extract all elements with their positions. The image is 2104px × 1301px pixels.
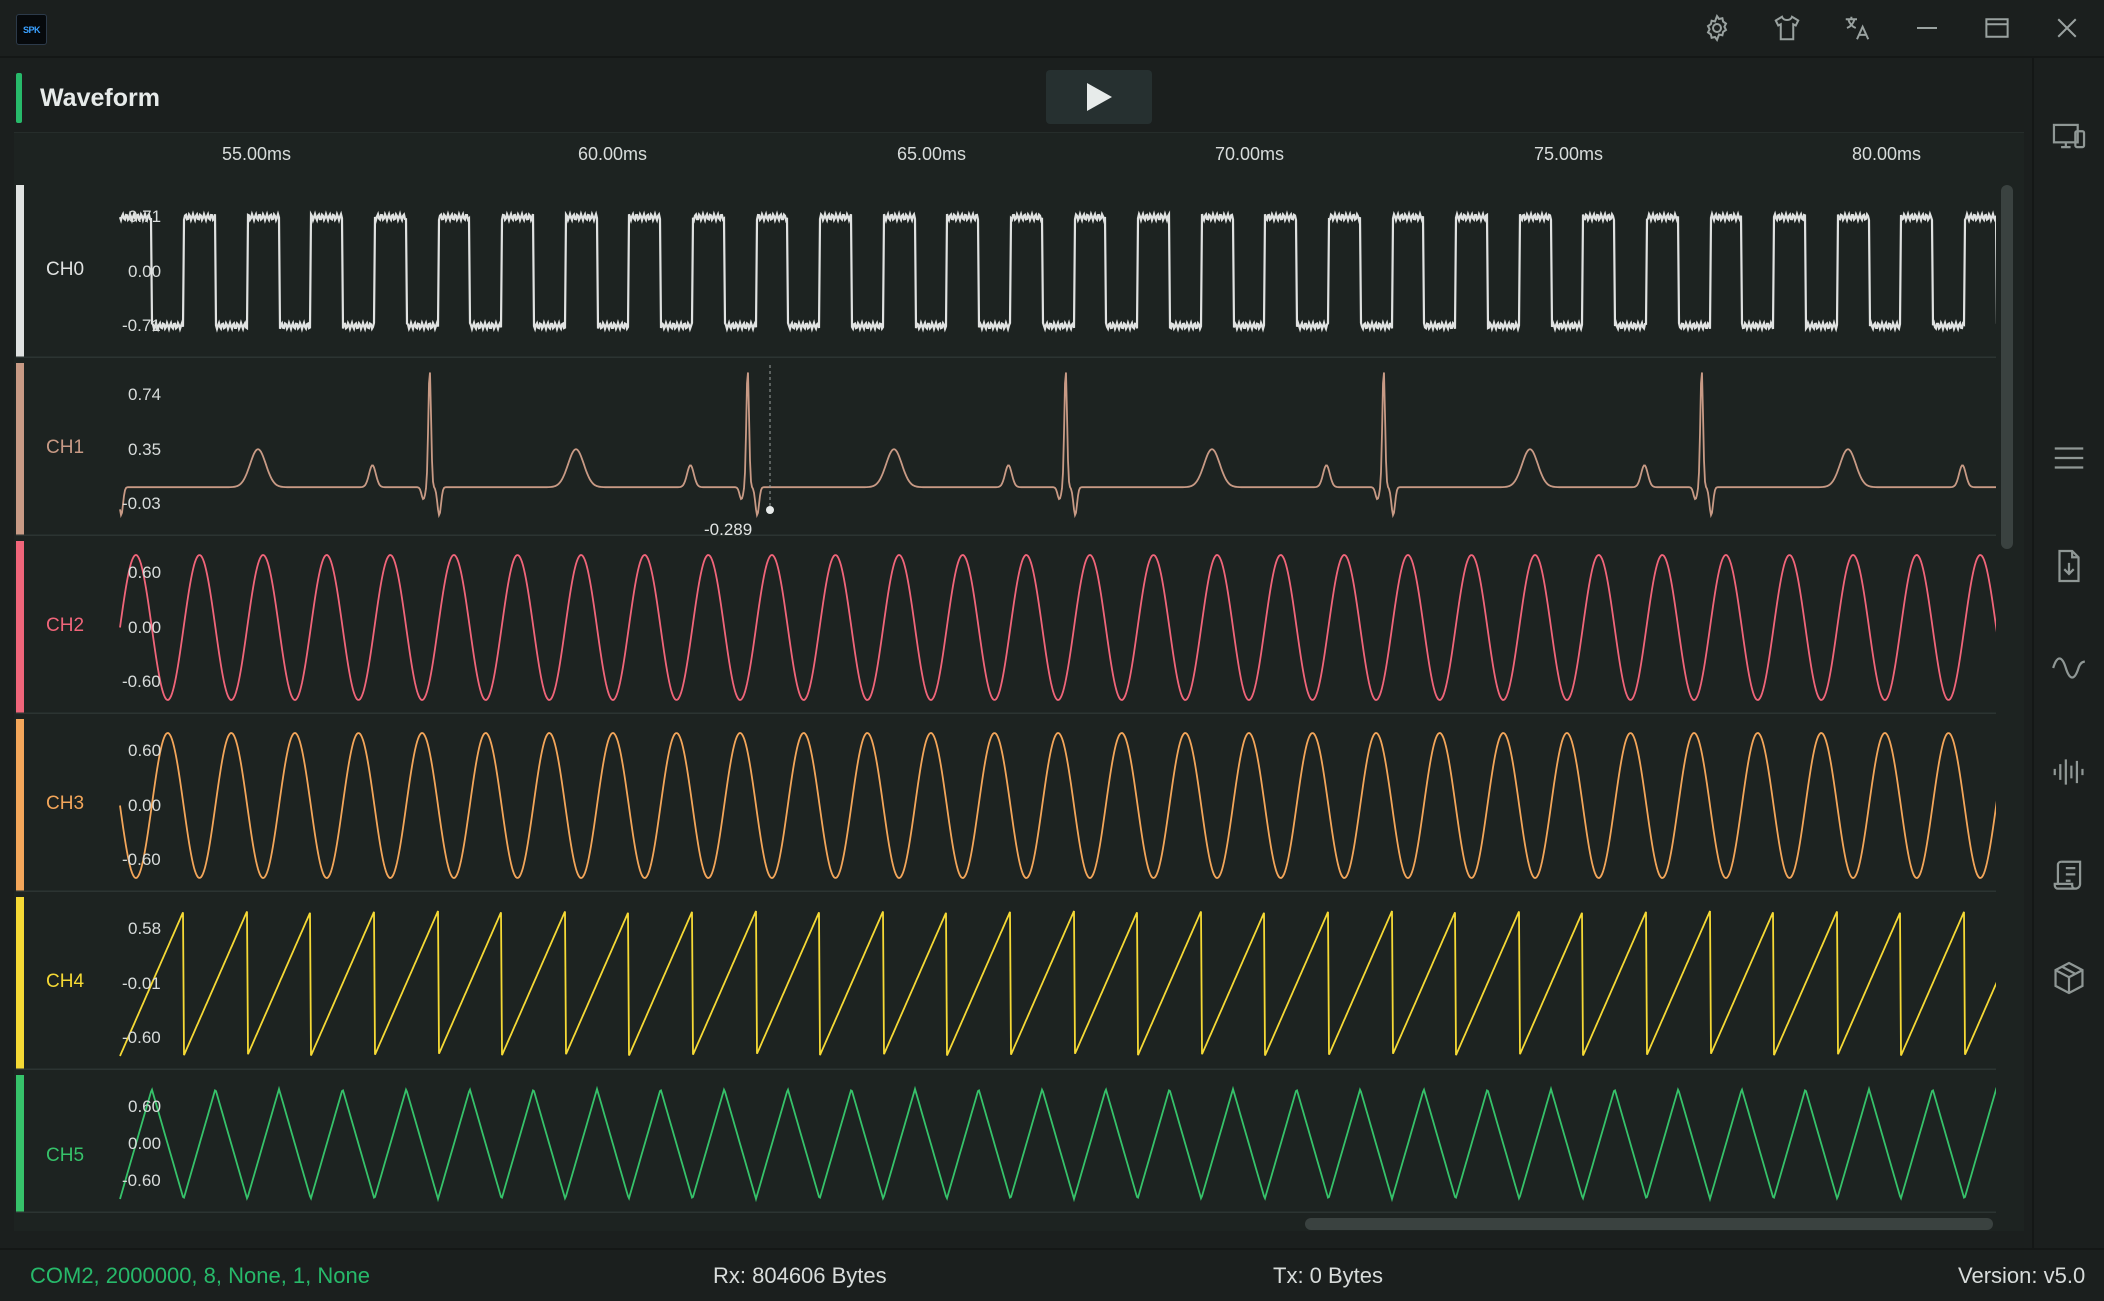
channel-row-ch4[interactable]: CH4 0.58 -0.01 -0.60 <box>16 897 1996 1070</box>
y-tick-label: 0.35 <box>128 439 162 459</box>
waveform-trace <box>119 1085 1996 1203</box>
panel-accent-bar <box>16 73 22 123</box>
y-tick-label: 0.71 <box>128 207 162 226</box>
time-axis-label: 70.00ms <box>1215 144 1285 164</box>
channel-row-ch0[interactable]: CH0 0.71 0.00 -0.71 <box>16 185 1996 358</box>
3d-box-icon[interactable] <box>2049 958 2089 998</box>
minimize-icon[interactable] <box>1907 10 1947 46</box>
channel-plot <box>16 910 1996 1070</box>
y-tick-label: 0.00 <box>128 795 162 815</box>
y-tick-label: 0.60 <box>128 741 162 760</box>
waveform-icon[interactable] <box>2049 648 2089 688</box>
channel-plot <box>16 365 1996 536</box>
right-sidebar <box>2032 58 2104 1248</box>
y-tick-label: 0.00 <box>128 261 162 281</box>
version-label: Version: v5.0 <box>1958 1263 2086 1288</box>
cursor-value-label: -0.289 <box>704 520 753 539</box>
title-bar: SPK <box>0 0 2104 58</box>
close-icon[interactable] <box>2047 10 2087 46</box>
waveform-panel: Waveform 55.00ms 60.00ms 65.00ms 70.00ms… <box>0 58 2032 1248</box>
devices-icon[interactable] <box>2049 116 2089 156</box>
y-tick-label: -0.60 <box>122 672 161 691</box>
app-logo: SPK <box>16 14 47 45</box>
channel-row-ch2[interactable]: CH2 0.60 0.00 -0.60 <box>16 541 1996 714</box>
waveform-trace <box>118 210 1996 333</box>
rx-counter: Rx: 804606 Bytes <box>713 1263 887 1288</box>
channel-plot <box>16 732 1996 892</box>
y-tick-label: 0.00 <box>128 1134 162 1153</box>
waveform-trace <box>119 732 1996 879</box>
y-tick-label: -0.60 <box>122 1171 161 1190</box>
port-settings: COM2, 2000000, 8, None, 1, None <box>30 1263 370 1288</box>
language-translate-icon[interactable] <box>1837 10 1877 46</box>
play-icon <box>1087 83 1112 111</box>
log-scroll-icon[interactable] <box>2049 856 2089 896</box>
horizontal-scrollbar[interactable] <box>1305 1218 1993 1230</box>
download-file-icon[interactable] <box>2049 546 2089 586</box>
channel-row-ch1[interactable]: CH1 -0.289 0.74 0.35 -0.03 <box>16 363 1996 539</box>
waveform-trace <box>119 910 1996 1057</box>
y-tick-label: -0.60 <box>122 850 161 869</box>
channel-plot <box>16 210 1996 358</box>
tx-counter: Tx: 0 Bytes <box>1273 1263 1384 1288</box>
play-button[interactable] <box>1046 70 1152 124</box>
status-bar: COM2, 2000000, 8, None, 1, None Rx: 8046… <box>0 1248 2104 1301</box>
cursor-point <box>766 506 774 514</box>
channel-row-ch3[interactable]: CH3 0.60 0.00 -0.60 <box>16 719 1996 892</box>
y-tick-label: 0.00 <box>128 617 162 637</box>
channel-plot <box>16 1085 1996 1213</box>
panel-title: Waveform <box>40 84 160 112</box>
spectrum-icon[interactable] <box>2049 752 2089 792</box>
waveform-trace <box>119 372 1996 519</box>
y-tick-label: 0.58 <box>128 919 162 938</box>
y-tick-label: -0.60 <box>122 1028 161 1047</box>
menu-icon[interactable] <box>2049 438 2089 478</box>
theme-shirt-icon[interactable] <box>1767 10 1807 46</box>
maximize-icon[interactable] <box>1977 10 2017 46</box>
time-axis-label: 65.00ms <box>897 144 967 164</box>
time-axis-label: 60.00ms <box>578 144 648 164</box>
y-tick-label: -0.03 <box>122 494 161 513</box>
settings-gear-icon[interactable] <box>1697 10 1737 46</box>
time-axis-label: 80.00ms <box>1852 144 1922 164</box>
vertical-scrollbar[interactable] <box>2001 185 2013 549</box>
time-axis-label: 75.00ms <box>1534 144 1604 164</box>
waveform-trace <box>119 554 1996 701</box>
channel-plot <box>16 554 1996 714</box>
y-tick-label: -0.01 <box>122 973 161 993</box>
channel-row-ch5[interactable]: CH5 0.60 0.00 -0.60 <box>16 1075 1996 1213</box>
time-axis-label: 55.00ms <box>222 144 292 164</box>
y-tick-label: -0.71 <box>122 316 161 335</box>
y-tick-label: 0.74 <box>128 385 162 404</box>
y-tick-label: 0.60 <box>128 563 162 582</box>
y-tick-label: 0.60 <box>128 1097 162 1116</box>
